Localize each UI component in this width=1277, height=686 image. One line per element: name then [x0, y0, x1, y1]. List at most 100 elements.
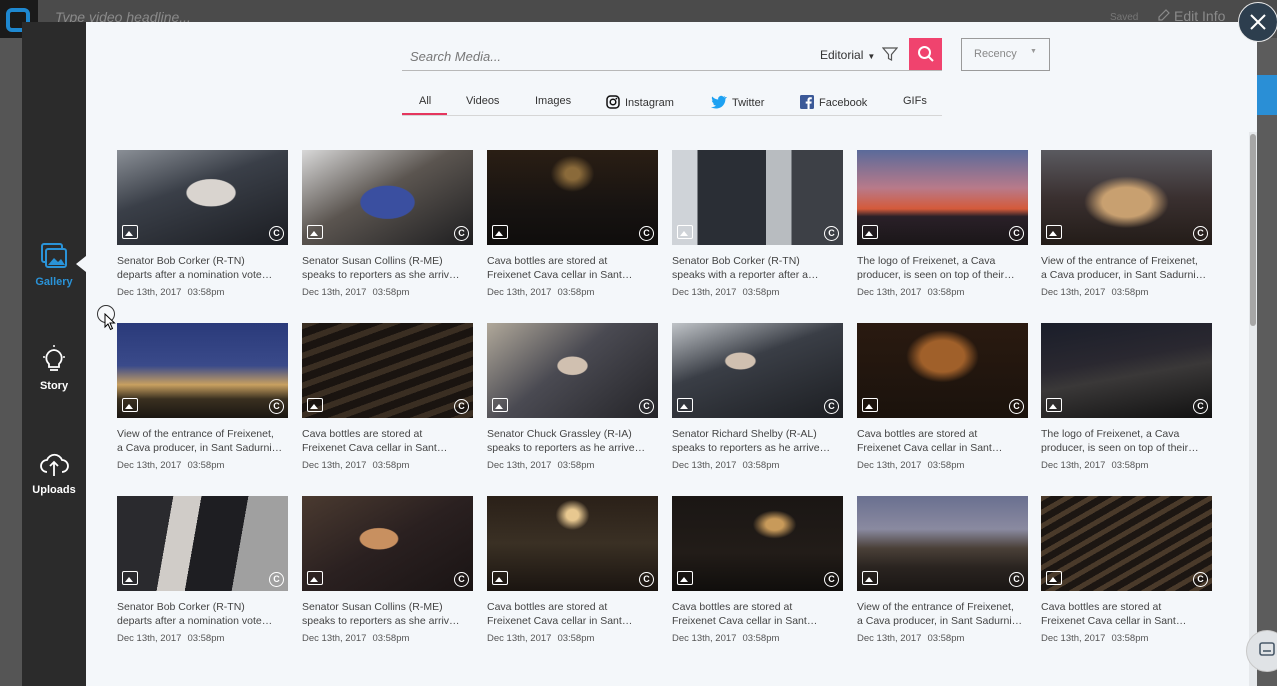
copyright-icon: C	[269, 226, 284, 241]
image-type-icon	[677, 571, 693, 585]
media-meta: Dec 13th, 2017 03:58pm	[302, 287, 473, 298]
search-input[interactable]	[408, 44, 802, 68]
media-caption: Cava bottles are stored at Freixenet Cava…	[672, 601, 818, 627]
image-type-icon	[307, 398, 323, 412]
media-meta: Dec 13th, 2017 03:58pm	[117, 287, 288, 298]
media-thumbnail: C	[302, 496, 473, 591]
media-thumbnail: C	[117, 496, 288, 591]
chat-icon	[1259, 642, 1275, 656]
media-card[interactable]: C Senator Richard Shelby (R-AL) speaks to…	[672, 323, 843, 471]
tab-facebook[interactable]: Facebook	[800, 95, 867, 109]
image-type-icon	[492, 398, 508, 412]
gallery-icon	[41, 243, 67, 268]
media-date: Dec 13th, 2017	[672, 287, 737, 298]
close-button[interactable]	[1238, 2, 1277, 42]
media-meta: Dec 13th, 2017 03:58pm	[672, 633, 843, 644]
image-type-icon	[862, 398, 878, 412]
tab-twitter[interactable]: Twitter	[711, 95, 764, 109]
image-type-icon	[492, 571, 508, 585]
media-thumbnail: C	[672, 323, 843, 418]
image-type-icon	[307, 571, 323, 585]
media-meta: Dec 13th, 2017 03:58pm	[487, 287, 658, 298]
media-card[interactable]: C Senator Bob Corker (R-TN) speaks with a…	[672, 150, 843, 298]
media-card[interactable]: C The logo of Freixenet, a Cava producer,…	[1041, 323, 1212, 471]
media-meta: Dec 13th, 2017 03:58pm	[672, 287, 843, 298]
media-caption: Senator Chuck Grassley (R-IA) speaks to r…	[487, 428, 646, 454]
media-thumbnail: C	[117, 323, 288, 418]
sidebar-item-uploads[interactable]: Uploads	[22, 448, 86, 496]
tab-label: All	[419, 95, 432, 107]
media-card[interactable]: C Cava bottles are stored at Freixenet Ca…	[1041, 496, 1212, 644]
media-thumbnail: C	[302, 323, 473, 418]
image-type-icon	[122, 398, 138, 412]
media-time: 03:58pm	[742, 287, 780, 298]
copyright-icon: C	[639, 226, 654, 241]
copyright-icon: C	[1009, 226, 1024, 241]
copyright-icon: C	[1009, 399, 1024, 414]
copyright-icon: C	[824, 226, 839, 241]
media-caption: View of the entrance of Freixenet, a Cava…	[117, 428, 283, 454]
media-date: Dec 13th, 2017	[672, 633, 737, 644]
caret-down-icon: ▼	[867, 52, 876, 61]
media-card[interactable]: C Senator Susan Collins (R-ME) speaks to …	[302, 496, 473, 644]
media-time: 03:58pm	[1111, 287, 1149, 298]
media-caption: Senator Bob Corker (R-TN) speaks with a r…	[672, 255, 819, 281]
tab-gifs[interactable]: GIFs	[903, 95, 927, 107]
media-thumbnail: C	[117, 150, 288, 245]
media-card[interactable]: C Senator Chuck Grassley (R-IA) speaks to…	[487, 323, 658, 471]
search-button[interactable]	[909, 38, 942, 70]
source-dropdown[interactable]: Editorial ▼	[820, 48, 875, 62]
media-meta: Dec 13th, 2017 03:58pm	[302, 633, 473, 644]
media-meta: Dec 13th, 2017 03:58pm	[1041, 460, 1212, 471]
media-card[interactable]: C Senator Bob Corker (R-TN) departs after…	[117, 150, 288, 298]
media-card[interactable]: C Cava bottles are stored at Freixenet Ca…	[857, 323, 1028, 471]
media-card[interactable]: C Cava bottles are stored at Freixenet Ca…	[487, 150, 658, 298]
media-caption: The logo of Freixenet, a Cava producer, i…	[1041, 428, 1199, 454]
media-time: 03:58pm	[372, 633, 410, 644]
media-caption: The logo of Freixenet, a Cava producer, i…	[857, 255, 1015, 281]
tab-label: Facebook	[819, 97, 868, 109]
image-type-icon	[122, 571, 138, 585]
sidebar-item-story[interactable]: Story	[22, 344, 86, 392]
image-type-icon	[122, 225, 138, 239]
media-thumbnail: C	[302, 150, 473, 245]
instagram-icon	[606, 95, 620, 109]
sort-dropdown-label: Recency	[974, 48, 1017, 60]
tab-instagram[interactable]: Instagram	[606, 95, 674, 109]
media-thumbnail: C	[857, 496, 1028, 591]
media-thumbnail: C	[672, 150, 843, 245]
media-card[interactable]: C View of the entrance of Freixenet, a Ca…	[1041, 150, 1212, 298]
lightbulb-icon	[43, 345, 65, 371]
media-card[interactable]: C Cava bottles are stored at Freixenet Ca…	[487, 496, 658, 644]
tab-all[interactable]: All	[419, 95, 431, 107]
media-card[interactable]: C View of the entrance of Freixenet, a Ca…	[857, 496, 1028, 644]
tab-videos[interactable]: Videos	[466, 95, 499, 107]
tab-images[interactable]: Images	[535, 95, 571, 107]
media-sidebar: Gallery Story Uploads	[22, 22, 86, 686]
copyright-icon: C	[639, 572, 654, 587]
media-caption: View of the entrance of Freixenet, a Cava…	[857, 601, 1023, 627]
media-time: 03:58pm	[372, 460, 410, 471]
media-meta: Dec 13th, 2017 03:58pm	[487, 633, 658, 644]
media-card[interactable]: C Cava bottles are stored at Freixenet Ca…	[672, 496, 843, 644]
media-card[interactable]: C View of the entrance of Freixenet, a Ca…	[117, 323, 288, 471]
media-time: 03:58pm	[927, 287, 965, 298]
media-time: 03:58pm	[927, 460, 965, 471]
sort-dropdown[interactable]: Recency ▼	[961, 38, 1050, 71]
image-type-icon	[1046, 571, 1062, 585]
filter-icon[interactable]	[882, 46, 898, 62]
image-type-icon	[1046, 398, 1062, 412]
media-date: Dec 13th, 2017	[1041, 460, 1106, 471]
media-thumbnail: C	[672, 496, 843, 591]
media-card[interactable]: C The logo of Freixenet, a Cava producer,…	[857, 150, 1028, 298]
media-thumbnail: C	[857, 323, 1028, 418]
active-tab-underline	[402, 113, 447, 115]
scrollbar-thumb[interactable]	[1250, 134, 1256, 326]
media-card[interactable]: C Cava bottles are stored at Freixenet Ca…	[302, 323, 473, 471]
media-meta: Dec 13th, 2017 03:58pm	[302, 460, 473, 471]
media-card[interactable]: C Senator Susan Collins (R-ME) speaks to …	[302, 150, 473, 298]
media-date: Dec 13th, 2017	[487, 633, 552, 644]
twitter-icon	[711, 95, 727, 109]
media-card[interactable]: C Senator Bob Corker (R-TN) departs after…	[117, 496, 288, 644]
copyright-icon: C	[1009, 572, 1024, 587]
